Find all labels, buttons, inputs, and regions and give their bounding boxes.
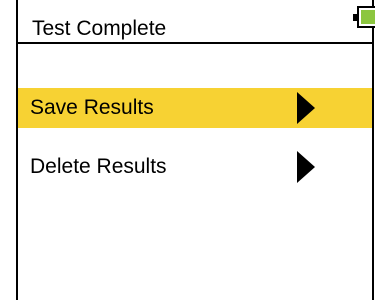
menu-item-delete-results[interactable]: Delete Results — [18, 147, 372, 187]
page-title: Test Complete — [32, 17, 167, 40]
chevron-right-icon — [297, 151, 315, 183]
chevron-right-icon — [297, 92, 315, 124]
battery-level-fill — [361, 10, 375, 24]
title-bar: Test Complete — [16, 0, 375, 44]
device-screen: Test Complete Save Results Delete Result… — [0, 0, 375, 300]
battery-icon — [353, 6, 375, 28]
battery-terminal — [353, 14, 357, 21]
menu-item-save-results[interactable]: Save Results — [18, 88, 372, 128]
menu-item-label: Delete Results — [30, 155, 167, 178]
menu-item-label: Save Results — [30, 96, 154, 119]
